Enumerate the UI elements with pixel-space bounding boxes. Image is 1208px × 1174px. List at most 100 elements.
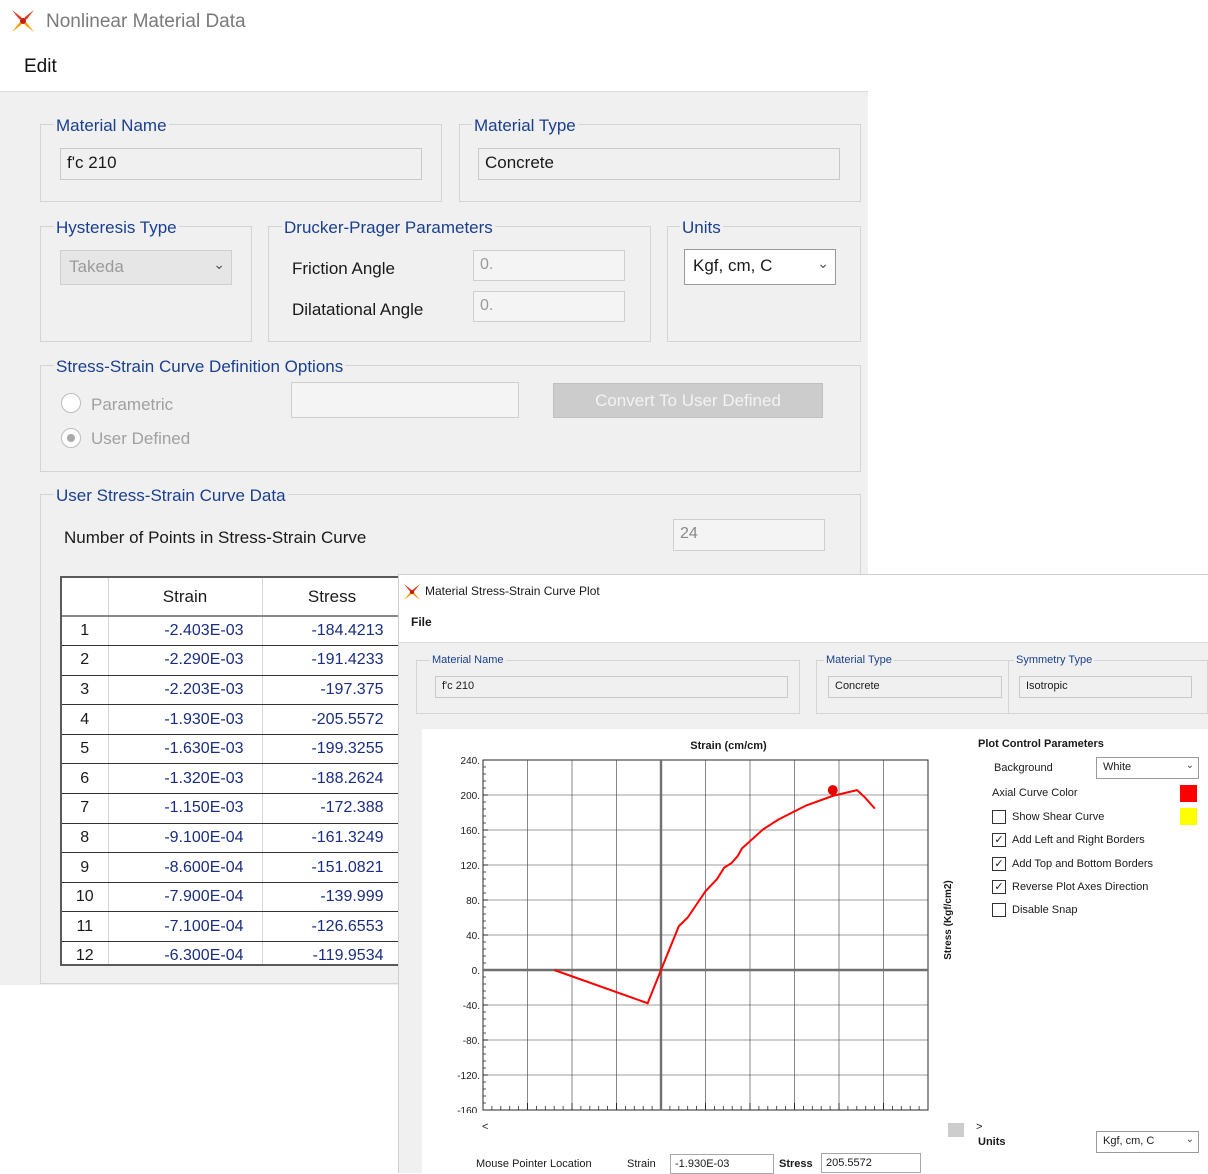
checkbox-show-shear-curve[interactable] bbox=[992, 810, 1006, 824]
plot-units-select[interactable]: Kgf, cm, C ⌄ bbox=[1096, 1131, 1199, 1153]
stress-cell[interactable]: -119.9534 bbox=[262, 941, 398, 964]
units-value: Kgf, cm, C bbox=[693, 256, 773, 275]
y-axis-title: Stress (Kgf/cm2) bbox=[943, 880, 954, 959]
stress-cell[interactable]: -197.375 bbox=[262, 675, 398, 706]
checkbox-label: Reverse Plot Axes Direction bbox=[1012, 880, 1149, 893]
y-tick-label: 240. bbox=[461, 756, 480, 767]
strain-cell[interactable]: -7.100E-04 bbox=[108, 911, 263, 943]
checkbox-add-left-and-right-borders[interactable]: ✓ bbox=[992, 833, 1006, 848]
row-number-cell[interactable]: 7 bbox=[62, 793, 109, 824]
pointer-stress-field: 205.5572 bbox=[821, 1153, 921, 1173]
table-row[interactable]: 2 -2.290E-03 -191.4233 bbox=[62, 645, 398, 676]
row-number-cell[interactable]: 10 bbox=[62, 882, 109, 913]
stress-cell[interactable]: -205.5572 bbox=[262, 704, 398, 735]
app-logo-icon bbox=[404, 584, 420, 600]
stress-cell[interactable]: -184.4213 bbox=[262, 616, 398, 647]
units-select[interactable]: Kgf, cm, C ⌄ bbox=[684, 249, 836, 285]
row-number-cell[interactable]: 11 bbox=[62, 911, 109, 943]
table-body: 1 -2.403E-03 -184.4213 2 -2.290E-03 -191.4233… bbox=[62, 616, 398, 964]
hysteresis-value: Takeda bbox=[69, 257, 124, 276]
row-number-cell[interactable]: 4 bbox=[62, 704, 109, 735]
curve-options-legend: Stress-Strain Curve Definition Options bbox=[54, 357, 346, 377]
mouse-pointer-location-label: Mouse Pointer Location bbox=[476, 1158, 592, 1170]
stress-cell[interactable]: -126.6553 bbox=[262, 911, 398, 943]
material-name-legend: Material Name bbox=[54, 116, 169, 136]
checkbox-disable-snap[interactable] bbox=[992, 903, 1006, 918]
stress-cell[interactable]: -188.2624 bbox=[262, 763, 398, 795]
row-number-cell[interactable]: 5 bbox=[62, 734, 109, 765]
horizontal-scrollbar[interactable]: < > bbox=[480, 1120, 982, 1138]
strain-cell[interactable]: -2.203E-03 bbox=[108, 675, 263, 706]
strain-cell[interactable]: -1.630E-03 bbox=[108, 734, 263, 765]
stress-strain-chart[interactable]: 2.1.51.0.50.-0.5-1.-1.5-2.-2.5-3.240.200… bbox=[422, 729, 962, 1113]
stress-cell[interactable]: -199.3255 bbox=[262, 734, 398, 765]
strain-cell[interactable]: -2.290E-03 bbox=[108, 645, 263, 676]
scroll-left-arrow-icon[interactable]: < bbox=[482, 1121, 488, 1133]
row-number-cell[interactable]: 3 bbox=[62, 675, 109, 706]
column-header-strain: Strain bbox=[108, 578, 263, 617]
table-row[interactable]: 6 -1.320E-03 -188.2624 bbox=[62, 763, 398, 795]
user-curve-legend: User Stress-Strain Curve Data bbox=[54, 486, 288, 506]
table-row[interactable]: 7 -1.150E-03 -172.388 bbox=[62, 793, 398, 824]
scroll-thumb[interactable] bbox=[948, 1123, 964, 1137]
plot-title-bar: Material Stress-Strain Curve Plot bbox=[399, 575, 1208, 607]
hysteresis-select: Takeda ⌄ bbox=[60, 250, 232, 285]
menu-file[interactable]: File bbox=[411, 615, 432, 629]
points-count-field: 24 bbox=[673, 519, 825, 551]
table-row[interactable]: 8 -9.100E-04 -161.3249 bbox=[62, 823, 398, 854]
title-bar: Nonlinear Material Data bbox=[0, 0, 868, 44]
strain-cell[interactable]: -2.403E-03 bbox=[108, 616, 263, 647]
row-number-cell[interactable]: 9 bbox=[62, 852, 109, 883]
drucker-prager-group bbox=[268, 226, 651, 342]
stress-cell[interactable]: -191.4233 bbox=[262, 645, 398, 676]
stress-cell[interactable]: -172.388 bbox=[262, 793, 398, 824]
strain-cell[interactable]: -1.320E-03 bbox=[108, 763, 263, 795]
shear-curve-color-swatch[interactable] bbox=[1180, 808, 1197, 825]
y-tick-label: -40. bbox=[463, 1001, 480, 1012]
row-number-cell[interactable]: 1 bbox=[62, 616, 109, 647]
plot-material-type-legend: Material Type bbox=[824, 654, 894, 666]
strain-cell[interactable]: -1.930E-03 bbox=[108, 704, 263, 735]
strain-cell[interactable]: -9.100E-04 bbox=[108, 823, 263, 854]
row-number-cell[interactable]: 12 bbox=[62, 941, 109, 964]
checkbox-add-top-and-bottom-borders[interactable]: ✓ bbox=[992, 856, 1006, 871]
row-number-cell[interactable]: 2 bbox=[62, 645, 109, 676]
table-row[interactable]: 12 -6.300E-04 -119.9534 bbox=[62, 941, 398, 964]
table-row[interactable]: 4 -1.930E-03 -205.5572 bbox=[62, 704, 398, 735]
plot-material-name-field: f'c 210 bbox=[435, 676, 788, 698]
row-number-cell[interactable]: 6 bbox=[62, 763, 109, 795]
table-row[interactable]: 10 -7.900E-04 -139.999 bbox=[62, 882, 398, 913]
table-row[interactable]: 3 -2.203E-03 -197.375 bbox=[62, 675, 398, 706]
strain-cell[interactable]: -8.600E-04 bbox=[108, 852, 263, 883]
background-select[interactable]: White ⌄ bbox=[1096, 757, 1199, 779]
strain-cell[interactable]: -1.150E-03 bbox=[108, 793, 263, 824]
stress-cell[interactable]: -139.999 bbox=[262, 882, 398, 913]
pointer-stress-label: Stress bbox=[779, 1158, 813, 1170]
table-row[interactable]: 9 -8.600E-04 -151.0821 bbox=[62, 852, 398, 883]
table-row[interactable]: 1 -2.403E-03 -184.4213 bbox=[62, 616, 398, 647]
axial-curve-color-swatch[interactable] bbox=[1180, 785, 1197, 802]
row-number-cell[interactable]: 8 bbox=[62, 823, 109, 854]
parametric-label: Parametric bbox=[91, 395, 174, 414]
pointer-strain-label: Strain bbox=[627, 1158, 656, 1170]
units-legend: Units bbox=[680, 218, 723, 238]
stress-cell[interactable]: -151.0821 bbox=[262, 852, 398, 883]
plot-control-title: Plot Control Parameters bbox=[978, 738, 1104, 750]
drucker-prager-legend: Drucker-Prager Parameters bbox=[282, 218, 495, 238]
plot-panel: 2.1.51.0.50.-0.5-1.-1.5-2.-2.5-3.240.200… bbox=[422, 729, 1208, 1174]
y-tick-label: 120. bbox=[461, 861, 480, 872]
scroll-right-arrow-icon[interactable]: > bbox=[976, 1121, 982, 1133]
strain-cell[interactable]: -7.900E-04 bbox=[108, 882, 263, 913]
table-row[interactable]: 11 -7.100E-04 -126.6553 bbox=[62, 911, 398, 943]
user-defined-radio bbox=[61, 428, 81, 448]
table-row[interactable]: 5 -1.630E-03 -199.3255 bbox=[62, 734, 398, 765]
plot-material-name-legend: Material Name bbox=[430, 654, 506, 666]
stress-cell[interactable]: -161.3249 bbox=[262, 823, 398, 854]
plot-window-title: Material Stress-Strain Curve Plot bbox=[425, 584, 600, 598]
menu-bar: Edit bbox=[0, 44, 868, 92]
checkbox-reverse-plot-axes-direction[interactable]: ✓ bbox=[992, 879, 1006, 894]
strain-cell[interactable]: -6.300E-04 bbox=[108, 941, 263, 964]
material-type-legend: Material Type bbox=[472, 116, 578, 136]
menu-edit[interactable]: Edit bbox=[24, 56, 57, 78]
checkbox-label: Add Left and Right Borders bbox=[1012, 834, 1145, 847]
